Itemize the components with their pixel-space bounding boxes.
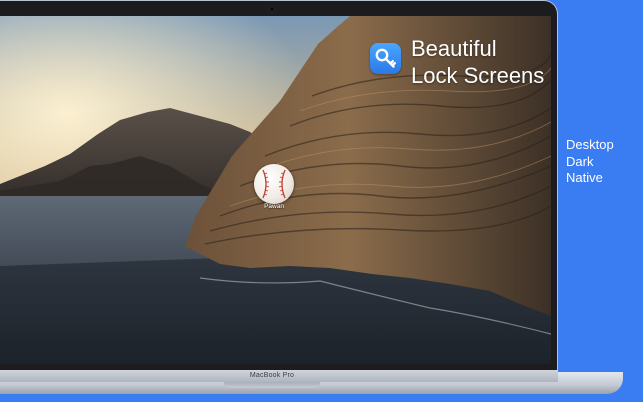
feature-item: Native xyxy=(566,170,603,185)
hero-line-1: Beautiful xyxy=(411,36,497,61)
macbook-notch xyxy=(224,382,320,388)
baseball-avatar-icon[interactable] xyxy=(254,164,294,204)
device-model-label: MacBook Pro xyxy=(249,372,295,379)
lock-screen-wallpaper: Pawan Beautiful Lock Screens xyxy=(0,16,551,364)
user-name-label: Pawan xyxy=(264,203,284,210)
key-icon xyxy=(370,43,401,74)
macbook-lid: Pawan Beautiful Lock Screens xyxy=(0,0,558,372)
hero-headline: Beautiful Lock Screens xyxy=(411,35,544,89)
feature-item: Dark xyxy=(566,153,594,169)
promo-background xyxy=(557,0,643,402)
camera-icon xyxy=(270,7,274,11)
feature-list: Desktop Dark Native xyxy=(566,137,614,187)
hero-line-2: Lock Screens xyxy=(411,63,545,88)
feature-item: Desktop xyxy=(566,137,614,152)
